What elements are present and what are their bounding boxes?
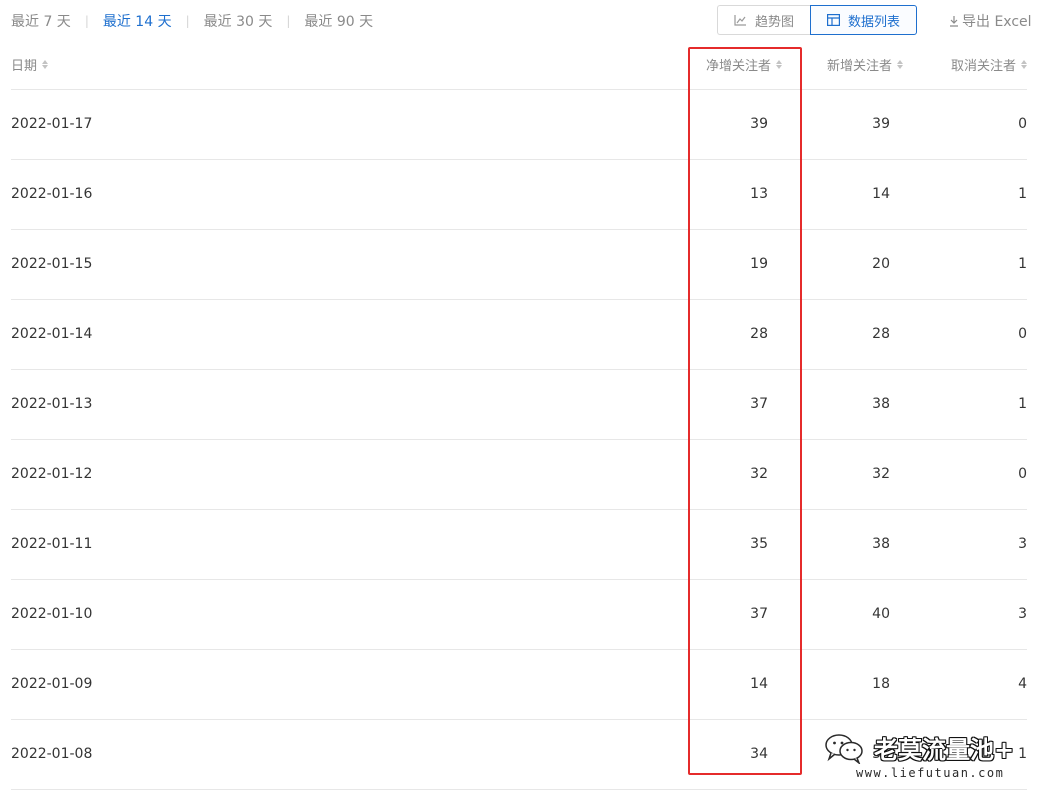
toolbar: 最近 7 天 | 最近 14 天 | 最近 30 天 | 最近 90 天 趋势图…: [0, 0, 1052, 42]
net-followers-cell: 39: [750, 116, 768, 132]
new-followers-cell: 32: [872, 466, 890, 482]
date-cell: 2022-01-17: [11, 116, 93, 132]
cancelled-followers-cell: 1: [1018, 256, 1027, 272]
table-row: 2022-01-12 32 32 0: [11, 440, 1027, 510]
export-excel-label: 导出 Excel: [962, 14, 1032, 30]
cancelled-followers-cell: 0: [1018, 116, 1027, 132]
new-followers-cell: 38: [872, 536, 890, 552]
table-row: 2022-01-09 14 18 4: [11, 650, 1027, 720]
new-followers-cell: 28: [872, 326, 890, 342]
new-followers-cell: 40: [872, 606, 890, 622]
date-cell: 2022-01-16: [11, 186, 93, 202]
new-followers-cell: 39: [872, 116, 890, 132]
table-row: 2022-01-17 39 39 0: [11, 90, 1027, 160]
range-14-days[interactable]: 最近 14 天: [103, 11, 172, 31]
data-list-label: 数据列表: [847, 14, 900, 30]
column-header-cancelled-followers[interactable]: 取消关注者: [951, 55, 1027, 74]
date-cell: 2022-01-12: [11, 466, 93, 482]
new-followers-cell: 14: [872, 186, 890, 202]
range-separator: |: [185, 14, 190, 28]
date-cell: 2022-01-14: [11, 326, 93, 342]
table-row: 2022-01-13 37 38 1: [11, 370, 1027, 440]
column-header-label: 净增关注者: [705, 59, 771, 74]
range-90-days[interactable]: 最近 90 天: [304, 11, 373, 31]
date-cell: 2022-01-15: [11, 256, 93, 272]
net-followers-cell: 37: [750, 606, 768, 622]
cancelled-followers-cell: 3: [1018, 606, 1027, 622]
table-row: 2022-01-14 28 28 0: [11, 300, 1027, 370]
table-row: 2022-01-08 34 35 1: [11, 720, 1027, 790]
trend-chart-label: 趋势图: [754, 14, 794, 30]
export-excel-button[interactable]: 导出 Excel: [948, 11, 1032, 31]
column-header-new-followers[interactable]: 新增关注者: [827, 55, 903, 74]
new-followers-cell: 38: [872, 396, 890, 412]
cancelled-followers-cell: 1: [1018, 746, 1027, 762]
column-header-date[interactable]: 日期: [11, 55, 49, 74]
table-row: 2022-01-10 37 40 3: [11, 580, 1027, 650]
cancelled-followers-cell: 4: [1018, 676, 1027, 692]
net-followers-cell: 14: [750, 676, 768, 692]
net-followers-cell: 32: [750, 466, 768, 482]
new-followers-cell: 35: [872, 746, 890, 762]
column-header-label: 日期: [11, 59, 38, 74]
range-separator: |: [84, 14, 89, 28]
cancelled-followers-cell: 3: [1018, 536, 1027, 552]
sort-icon: [776, 60, 782, 69]
table-body: 2022-01-17 39 39 0 2022-01-16 13 14 1 20…: [11, 90, 1027, 790]
column-header-net-followers[interactable]: 净增关注者: [706, 55, 782, 74]
range-7-days[interactable]: 最近 7 天: [11, 11, 71, 31]
view-toggle: 趋势图 数据列表: [717, 5, 917, 35]
table-icon: [826, 14, 840, 26]
sort-icon: [897, 60, 903, 69]
net-followers-cell: 19: [750, 256, 768, 272]
date-range-selector: 最近 7 天 | 最近 14 天 | 最近 30 天 | 最近 90 天: [11, 11, 373, 31]
net-followers-cell: 28: [750, 326, 768, 342]
date-cell: 2022-01-09: [11, 676, 93, 692]
new-followers-cell: 20: [872, 256, 890, 272]
sort-icon: [1021, 60, 1027, 69]
cancelled-followers-cell: 1: [1018, 396, 1027, 412]
date-cell: 2022-01-08: [11, 746, 93, 762]
date-cell: 2022-01-10: [11, 606, 93, 622]
net-followers-cell: 34: [750, 746, 768, 762]
cancelled-followers-cell: 0: [1018, 326, 1027, 342]
cancelled-followers-cell: 0: [1018, 466, 1027, 482]
trend-chart-button[interactable]: 趋势图: [717, 5, 810, 35]
net-followers-cell: 35: [750, 536, 768, 552]
net-followers-cell: 13: [750, 186, 768, 202]
download-icon: [950, 16, 958, 27]
column-header-label: 新增关注者: [826, 59, 892, 74]
table-row: 2022-01-11 35 38 3: [11, 510, 1027, 580]
table-header: 日期 净增关注者 新增关注者 取消关注者: [11, 42, 1027, 90]
range-30-days[interactable]: 最近 30 天: [204, 11, 273, 31]
column-header-label: 取消关注者: [950, 59, 1016, 74]
range-separator: |: [286, 14, 291, 28]
table-row: 2022-01-15 19 20 1: [11, 230, 1027, 300]
trend-chart-icon: [734, 15, 746, 26]
sort-icon: [42, 60, 49, 69]
net-followers-cell: 37: [750, 396, 768, 412]
date-cell: 2022-01-13: [11, 396, 93, 412]
data-list-button[interactable]: 数据列表: [810, 5, 917, 35]
table-row: 2022-01-16 13 14 1: [11, 160, 1027, 230]
date-cell: 2022-01-11: [11, 536, 93, 552]
new-followers-cell: 18: [872, 676, 890, 692]
cancelled-followers-cell: 1: [1018, 186, 1027, 202]
